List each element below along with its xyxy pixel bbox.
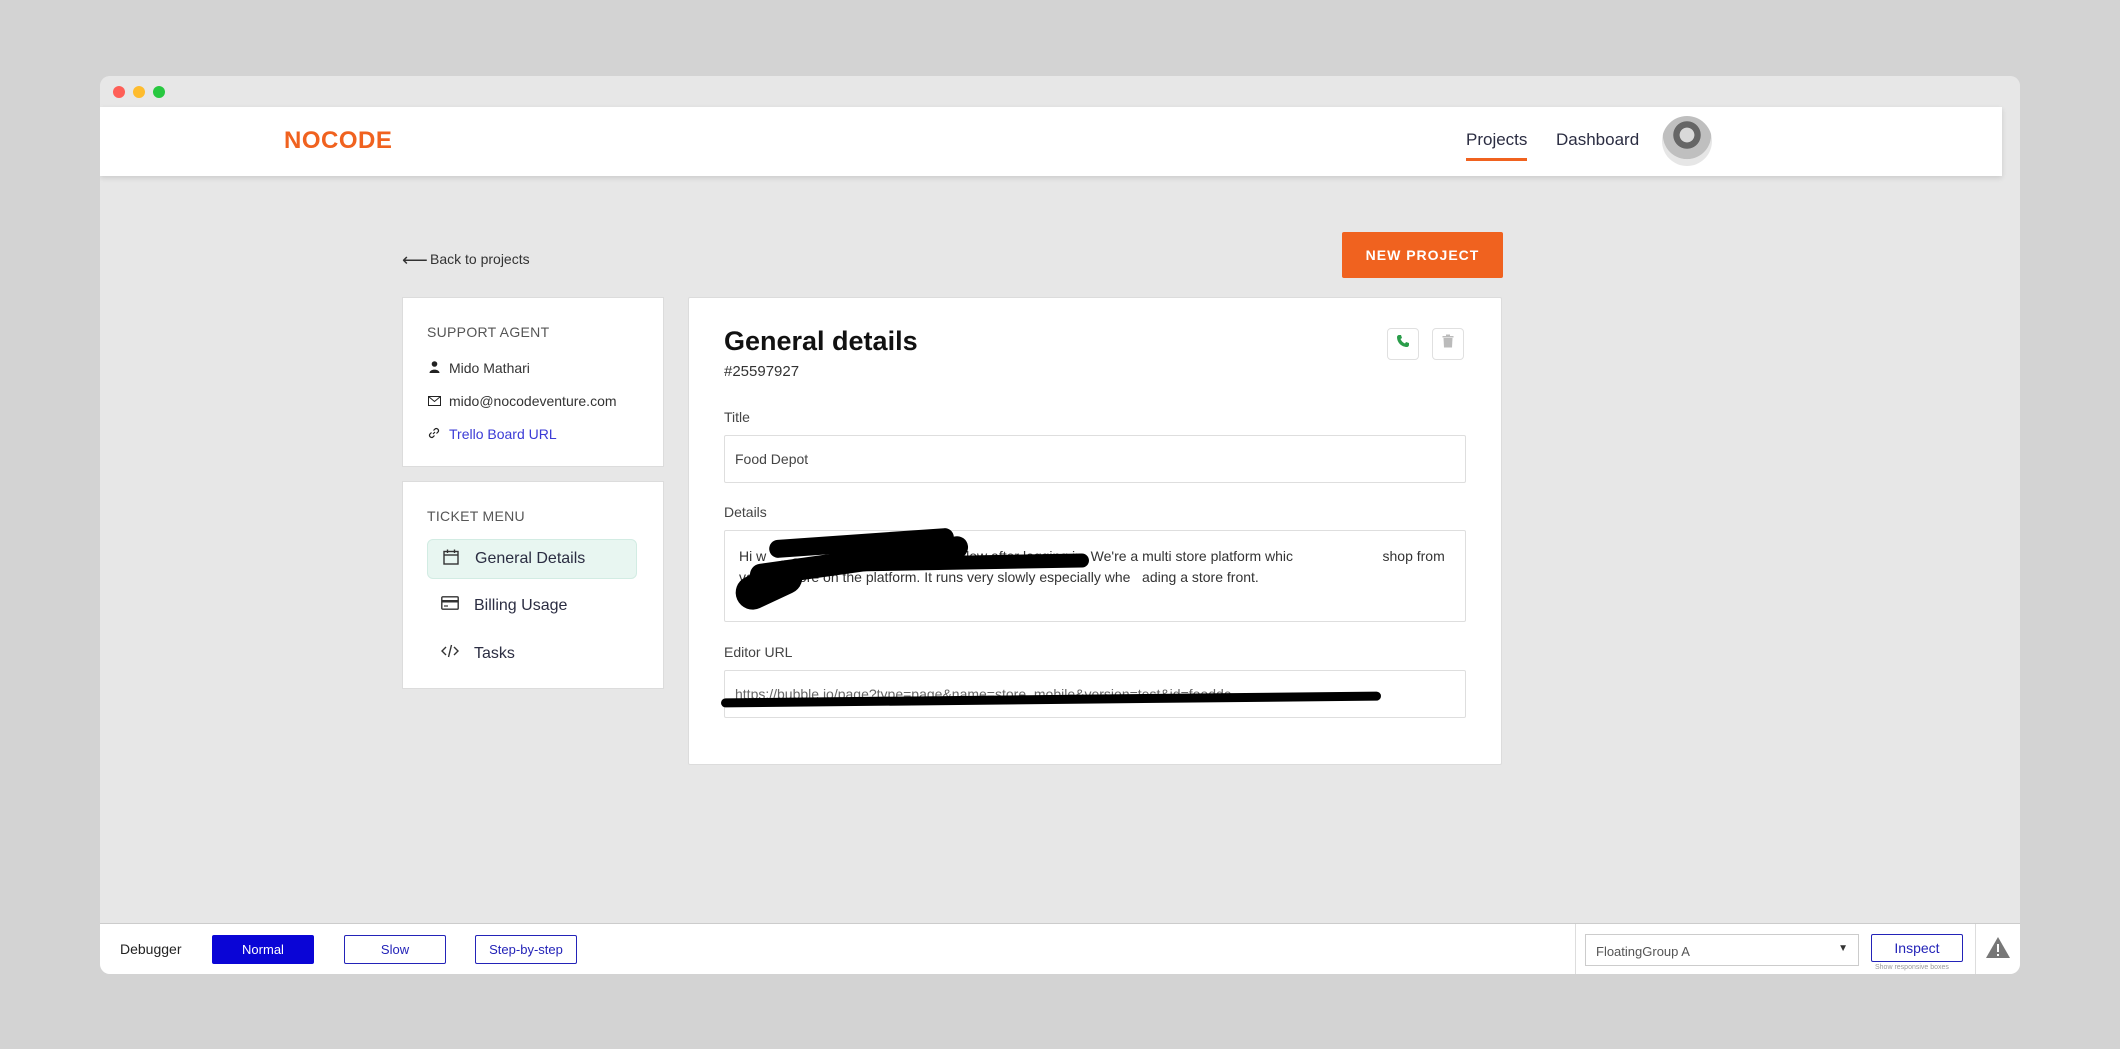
- arrow-left-icon: ⟵: [402, 250, 428, 270]
- page-title: General details: [724, 326, 918, 356]
- element-select-value: FloatingGroup A: [1596, 944, 1690, 959]
- calendar-icon: [441, 549, 461, 567]
- debugger-label: Debugger: [120, 941, 182, 957]
- close-window-button[interactable]: [113, 86, 125, 98]
- minimize-window-button[interactable]: [133, 86, 145, 98]
- debugger-bar: Debugger Normal Slow Step-by-step Floati…: [100, 923, 2020, 974]
- show-responsive-boxes-link[interactable]: Show responsive boxes: [1875, 964, 1949, 971]
- nav-dashboard[interactable]: Dashboard: [1556, 130, 1639, 150]
- element-select[interactable]: FloatingGroup A ▼: [1585, 934, 1859, 966]
- divider: [1575, 924, 1576, 974]
- ticket-id: #25597927: [724, 363, 800, 380]
- new-project-button[interactable]: NEW PROJECT: [1342, 232, 1503, 278]
- nav-projects[interactable]: Projects: [1466, 130, 1528, 161]
- caret-down-icon: ▼: [1838, 943, 1848, 954]
- normal-mode-button[interactable]: Normal: [212, 935, 314, 964]
- trello-board-link[interactable]: Trello Board URL: [427, 426, 557, 442]
- browser-window: NOCODE Projects Dashboard ⟵ Back to proje…: [100, 76, 2020, 974]
- agent-email-row: mido@nocodeventure.com: [427, 393, 617, 409]
- envelope-icon: [427, 395, 441, 409]
- top-navbar: NOCODE Projects Dashboard: [100, 107, 2002, 176]
- ticket-menu-heading: TICKET MENU: [427, 508, 525, 524]
- phone-icon: [1396, 335, 1410, 352]
- trello-board-label: Trello Board URL: [449, 426, 557, 442]
- delete-button[interactable]: [1432, 328, 1464, 360]
- back-link-label: Back to projects: [430, 251, 530, 267]
- agent-name: Mido Mathari: [449, 360, 530, 376]
- code-icon: [440, 644, 460, 662]
- editor-url-label: Editor URL: [724, 644, 793, 660]
- agent-email: mido@nocodeventure.com: [449, 393, 617, 409]
- nav-projects-label: Projects: [1466, 130, 1528, 149]
- inspect-button[interactable]: Inspect: [1871, 934, 1963, 962]
- window-titlebar: [100, 76, 2020, 107]
- agent-name-row: Mido Mathari: [427, 360, 530, 376]
- menu-item-tasks[interactable]: Tasks: [427, 635, 635, 673]
- menu-item-label: Billing Usage: [474, 597, 568, 614]
- maximize-window-button[interactable]: [153, 86, 165, 98]
- divider: [1975, 924, 1976, 974]
- ticket-menu-card: TICKET MENU General Details Billing Usag…: [402, 481, 664, 689]
- warning-icon[interactable]: [1985, 936, 2011, 966]
- back-to-projects-link[interactable]: ⟵ Back to projects: [402, 250, 530, 271]
- support-agent-heading: SUPPORT AGENT: [427, 324, 550, 340]
- user-avatar[interactable]: [1662, 116, 1712, 166]
- menu-item-label: General Details: [475, 550, 586, 567]
- credit-card-icon: [440, 596, 460, 614]
- support-agent-card: SUPPORT AGENT Mido Mathari mido@nocodeve…: [402, 297, 664, 467]
- menu-item-label: Tasks: [474, 645, 515, 662]
- step-by-step-button[interactable]: Step-by-step: [475, 935, 577, 964]
- link-icon: [427, 427, 441, 442]
- user-icon: [427, 361, 441, 376]
- details-label: Details: [724, 504, 767, 520]
- logo[interactable]: NOCODE: [284, 127, 392, 155]
- general-details-card: General details #25597927 Title Details …: [688, 297, 1502, 765]
- call-button[interactable]: [1387, 328, 1419, 360]
- slow-mode-button[interactable]: Slow: [344, 935, 446, 964]
- active-nav-underline: [1466, 158, 1528, 161]
- title-input[interactable]: [724, 435, 1466, 483]
- title-label: Title: [724, 409, 750, 425]
- trash-icon: [1442, 334, 1454, 352]
- menu-item-billing-usage[interactable]: Billing Usage: [427, 587, 635, 625]
- menu-item-general-details[interactable]: General Details: [427, 539, 637, 579]
